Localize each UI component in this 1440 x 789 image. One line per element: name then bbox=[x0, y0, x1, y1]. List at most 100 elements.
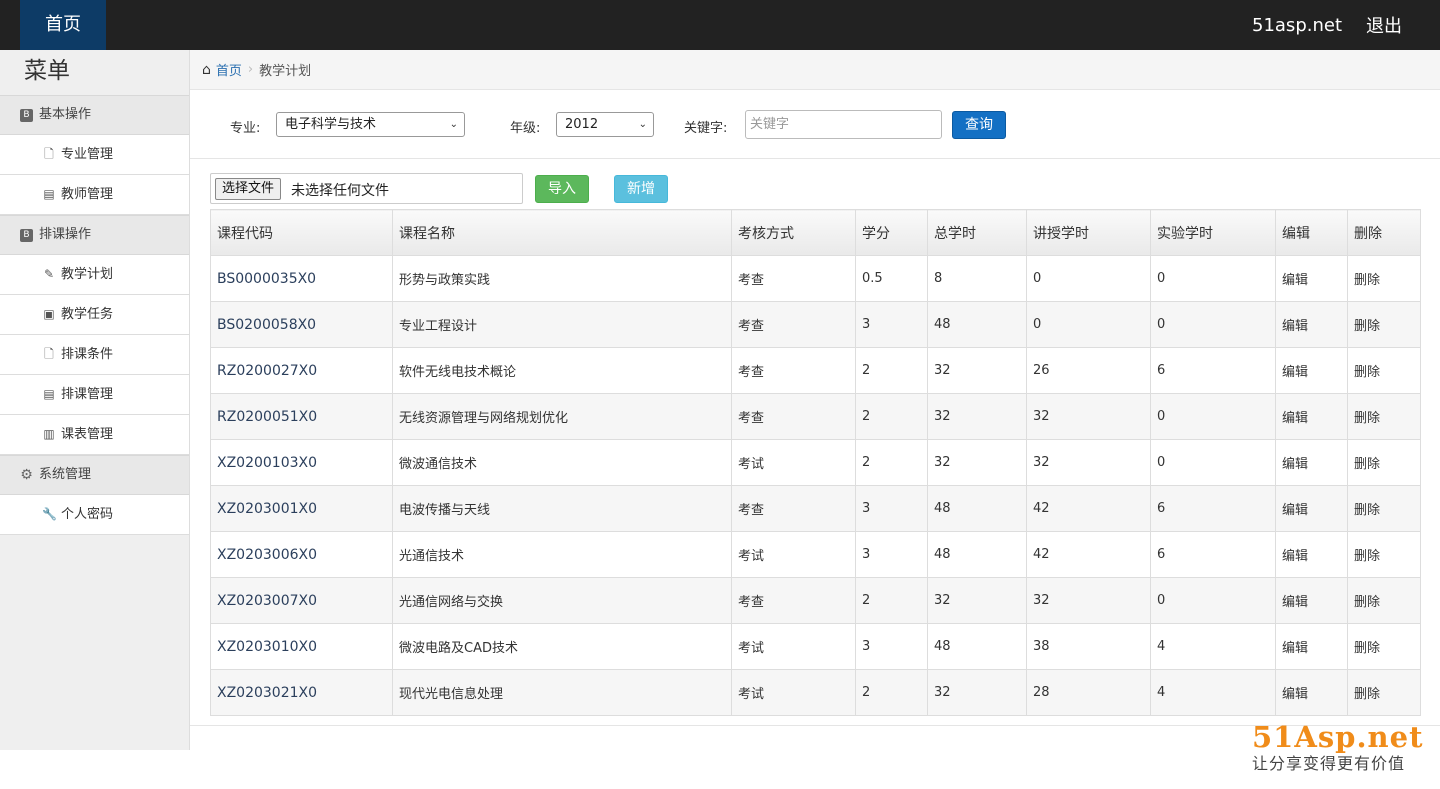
sidebar-item-schedule-manage[interactable]: ▤ 排课管理 bbox=[0, 375, 189, 415]
file-input[interactable]: 选择文件 未选择任何文件 bbox=[210, 173, 523, 204]
delete-link[interactable]: 删除 bbox=[1347, 577, 1421, 624]
edit-link[interactable]: 编辑 bbox=[1275, 531, 1348, 578]
column-header: 考核方式 bbox=[731, 209, 856, 256]
choose-file-button[interactable]: 选择文件 bbox=[215, 178, 282, 200]
query-button[interactable]: 查询 bbox=[952, 111, 1006, 139]
table-cell: 8 bbox=[927, 255, 1027, 302]
sidebar-item-label: 个人密码 bbox=[61, 507, 114, 522]
top-right-links: 51asp.net 退出 bbox=[1252, 0, 1402, 50]
major-select[interactable]: 电子科学与技术 ⌄ bbox=[276, 112, 465, 137]
major-label: 专业: bbox=[230, 121, 261, 136]
table-cell: 软件无线电技术概论 bbox=[392, 347, 732, 394]
edit-link[interactable]: 编辑 bbox=[1275, 623, 1348, 670]
table-cell: 32 bbox=[927, 577, 1027, 624]
column-header: 删除 bbox=[1347, 209, 1421, 256]
filter-bar: 专业: 电子科学与技术 ⌄ 年级: 2012 ⌄ 关键字: 关键字 查询 bbox=[190, 90, 1440, 159]
nav-home-link[interactable]: 首页 bbox=[20, 0, 106, 50]
add-button[interactable]: 新增 bbox=[614, 175, 668, 203]
table-cell: 32 bbox=[927, 393, 1027, 440]
edit-link[interactable]: 编辑 bbox=[1275, 439, 1348, 486]
table-cell: 32 bbox=[1026, 439, 1151, 486]
upload-bar: 选择文件 未选择任何文件 导入 新增 bbox=[210, 173, 1420, 205]
table-cell: 光通信技术 bbox=[392, 531, 732, 578]
edit-link[interactable]: 编辑 bbox=[1275, 347, 1348, 394]
edit-link[interactable]: 编辑 bbox=[1275, 255, 1348, 302]
keyword-label: 关键字: bbox=[684, 121, 728, 136]
table-cell: 6 bbox=[1150, 531, 1276, 578]
table-row: XZ0203010X0 微波电路及CAD技术 考试 3 48 38 4 编辑 删除 bbox=[210, 623, 1421, 670]
course-code-cell: XZ0200103X0 bbox=[210, 439, 393, 486]
sidebar-group-label: 系统管理 bbox=[39, 467, 92, 482]
main-content: ⌂ 首页 › 教学计划 专业: 电子科学与技术 ⌄ 年级: 2012 ⌄ 关键字… bbox=[190, 50, 1440, 726]
table-header-row: 课程代码 课程名称 考核方式 学分 总学时 讲授学时 实验学时 编辑 删除 bbox=[210, 209, 1421, 256]
sidebar-item-label: 教师管理 bbox=[61, 187, 114, 202]
table-cell: 考试 bbox=[731, 669, 856, 716]
table-cell: 32 bbox=[927, 347, 1027, 394]
course-code-cell: BS0200058X0 bbox=[210, 301, 393, 348]
table-cell: 考查 bbox=[731, 347, 856, 394]
gear-icon: ⚙ bbox=[20, 466, 33, 483]
table-cell: 考查 bbox=[731, 255, 856, 302]
edit-link[interactable]: 编辑 bbox=[1275, 485, 1348, 532]
sidebar-item-label: 课表管理 bbox=[61, 427, 114, 442]
logout-link[interactable]: 退出 bbox=[1366, 12, 1402, 38]
delete-link[interactable]: 删除 bbox=[1347, 347, 1421, 394]
table-row: BS0000035X0 形势与政策实践 考查 0.5 8 0 0 编辑 删除 bbox=[210, 255, 1421, 302]
edit-link[interactable]: 编辑 bbox=[1275, 669, 1348, 716]
sidebar-item-timetable[interactable]: ▥ 课表管理 bbox=[0, 415, 189, 455]
breadcrumb-home-link[interactable]: 首页 bbox=[216, 60, 242, 79]
table-cell: 32 bbox=[1026, 393, 1151, 440]
delete-link[interactable]: 删除 bbox=[1347, 255, 1421, 302]
table-cell: 2 bbox=[855, 393, 928, 440]
edit-link[interactable]: 编辑 bbox=[1275, 577, 1348, 624]
delete-link[interactable]: 删除 bbox=[1347, 669, 1421, 716]
wrench-icon: 🔧 bbox=[42, 507, 57, 521]
site-link[interactable]: 51asp.net bbox=[1252, 15, 1342, 36]
course-table: 课程代码 课程名称 考核方式 学分 总学时 讲授学时 实验学时 编辑 删除 BS0000035X… bbox=[210, 209, 1421, 716]
delete-link[interactable]: 删除 bbox=[1347, 623, 1421, 670]
sidebar-item-password[interactable]: 🔧 个人密码 bbox=[0, 495, 189, 535]
pencil-icon: ✎ bbox=[43, 267, 55, 281]
course-code-cell: RZ0200051X0 bbox=[210, 393, 393, 440]
sidebar-item-teaching-plan[interactable]: ✎ 教学计划 bbox=[0, 255, 189, 295]
import-button[interactable]: 导入 bbox=[535, 175, 589, 203]
table-cell: 电波传播与天线 bbox=[392, 485, 732, 532]
course-code-cell: XZ0203001X0 bbox=[210, 485, 393, 532]
table-cell: 48 bbox=[927, 301, 1027, 348]
sidebar-group-schedule[interactable]: B 排课操作 bbox=[0, 215, 189, 255]
sidebar-item-teaching-task[interactable]: ▣ 教学任务 bbox=[0, 295, 189, 335]
keyword-input[interactable]: 关键字 bbox=[745, 110, 942, 139]
delete-link[interactable]: 删除 bbox=[1347, 485, 1421, 532]
delete-link[interactable]: 删除 bbox=[1347, 531, 1421, 578]
sidebar-item-schedule-condition[interactable]: 🗋 排课条件 bbox=[0, 335, 189, 375]
delete-link[interactable]: 删除 bbox=[1347, 439, 1421, 486]
table-cell: 现代光电信息处理 bbox=[392, 669, 732, 716]
home-icon: ⌂ bbox=[202, 61, 211, 78]
grade-select[interactable]: 2012 ⌄ bbox=[556, 112, 654, 137]
table-cell: 6 bbox=[1150, 347, 1276, 394]
course-code-cell: RZ0200027X0 bbox=[210, 347, 393, 394]
table-cell: 2 bbox=[855, 347, 928, 394]
sidebar-group-basic[interactable]: B 基本操作 bbox=[0, 95, 189, 135]
sidebar-item-major[interactable]: 🗋 专业管理 bbox=[0, 135, 189, 175]
watermark-logo-text: 51Asp.net bbox=[1252, 720, 1424, 754]
chevron-down-icon: ⌄ bbox=[638, 119, 647, 130]
edit-link[interactable]: 编辑 bbox=[1275, 301, 1348, 348]
table-cell: 2 bbox=[855, 439, 928, 486]
sidebar-item-teacher[interactable]: ▤ 教师管理 bbox=[0, 175, 189, 215]
books-icon: ▥ bbox=[43, 427, 55, 441]
column-header: 学分 bbox=[855, 209, 928, 256]
picture-icon: ▣ bbox=[43, 307, 55, 321]
sidebar-item-label: 教学计划 bbox=[61, 267, 114, 282]
sidebar-group-system[interactable]: ⚙ 系统管理 bbox=[0, 455, 189, 495]
table-cell: 微波通信技术 bbox=[392, 439, 732, 486]
delete-link[interactable]: 删除 bbox=[1347, 393, 1421, 440]
table-cell: 专业工程设计 bbox=[392, 301, 732, 348]
edit-link[interactable]: 编辑 bbox=[1275, 393, 1348, 440]
file-status: 未选择任何文件 bbox=[291, 183, 389, 199]
column-header: 实验学时 bbox=[1150, 209, 1276, 256]
delete-link[interactable]: 删除 bbox=[1347, 301, 1421, 348]
course-code-cell: XZ0203006X0 bbox=[210, 531, 393, 578]
table-cell: 4 bbox=[1150, 669, 1276, 716]
table-cell: 形势与政策实践 bbox=[392, 255, 732, 302]
